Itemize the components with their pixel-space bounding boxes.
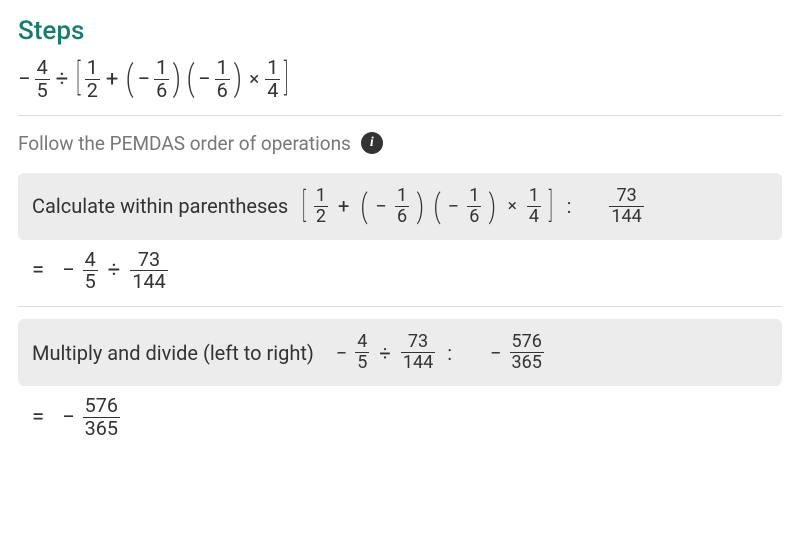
step-parentheses[interactable]: Calculate within parentheses [ 1 2 + ( −…	[18, 173, 782, 240]
step1-result-fraction: 73 144	[609, 187, 643, 226]
numerator: 4	[355, 333, 369, 352]
right-bracket: ]	[549, 192, 553, 221]
fraction-1-6b: 1 6	[467, 187, 481, 226]
minus-sign: −	[376, 194, 389, 218]
step2-label: Multiply and divide (left to right)	[32, 341, 314, 365]
denominator: 4	[527, 206, 541, 226]
numerator: 576	[510, 333, 544, 352]
denominator: 144	[401, 352, 435, 372]
numerator: 1	[265, 58, 280, 79]
denominator: 6	[467, 206, 481, 226]
divide-op: ÷	[52, 67, 73, 92]
step1-label: Calculate within parentheses	[32, 194, 288, 218]
denominator: 2	[85, 79, 100, 101]
numerator: 4	[35, 58, 50, 79]
colon: :	[561, 194, 580, 218]
minus-sign: −	[62, 258, 77, 283]
right-paren: )	[233, 64, 241, 94]
fraction-1-4: 1 4	[265, 58, 280, 101]
numerator: 1	[215, 58, 230, 79]
fraction-1-6b: 1 6	[215, 58, 230, 101]
numerator: 1	[527, 187, 541, 206]
fraction-1-2: 1 2	[314, 187, 328, 226]
denominator: 5	[83, 270, 98, 292]
step-multiply-divide[interactable]: Multiply and divide (left to right) − 4 …	[18, 319, 782, 386]
left-paren: (	[186, 64, 194, 94]
numerator: 73	[406, 333, 430, 352]
original-expression: − 4 5 ÷ [ 1 2 + ( − 1 6 ) ( − 1 6 ) × 1 …	[18, 58, 782, 101]
pemdas-text: Follow the PEMDAS order of operations	[18, 132, 351, 155]
numerator: 1	[395, 187, 409, 206]
times-op: ×	[504, 196, 521, 216]
minus-sign: −	[490, 341, 503, 365]
denominator: 5	[35, 79, 50, 101]
right-paren: )	[417, 193, 424, 220]
pemdas-note: Follow the PEMDAS order of operations i	[18, 132, 782, 155]
numerator: 576	[83, 396, 120, 417]
fraction-1-2: 1 2	[85, 58, 100, 101]
numerator: 4	[83, 250, 98, 271]
numerator: 1	[154, 58, 169, 79]
left-paren: (	[433, 193, 440, 220]
info-icon[interactable]: i	[361, 132, 383, 154]
denominator: 365	[510, 352, 544, 372]
numerator: 1	[314, 187, 328, 206]
minus-sign: −	[138, 67, 153, 92]
colon: :	[441, 341, 460, 365]
denominator: 6	[154, 79, 169, 101]
left-bracket: [	[76, 63, 81, 95]
step2-result-fraction: 576 365	[510, 333, 544, 372]
final-fraction: 576 365	[83, 396, 120, 439]
denominator: 144	[609, 206, 643, 226]
minus-sign: −	[336, 341, 349, 365]
divide-op: ÷	[375, 341, 394, 365]
fraction-4-5: 4 5	[355, 333, 369, 372]
numerator: 1	[85, 58, 100, 79]
plus-op: +	[334, 194, 353, 218]
fraction-1-6a: 1 6	[154, 58, 169, 101]
numerator: 73	[614, 187, 638, 206]
fraction-73-144: 73 144	[401, 333, 435, 372]
left-bracket: [	[302, 192, 306, 221]
right-bracket: ]	[284, 63, 289, 95]
denominator: 6	[215, 79, 230, 101]
steps-heading: Steps	[18, 16, 782, 46]
minus-sign: −	[62, 405, 77, 430]
fraction-4-5: 4 5	[83, 250, 98, 293]
equals: =	[32, 405, 44, 430]
right-paren: )	[173, 64, 181, 94]
plus-op: +	[102, 67, 122, 92]
numerator: 1	[467, 187, 481, 206]
step1-result-row: = − 4 5 ÷ 73 144	[32, 250, 782, 293]
equals: =	[32, 258, 44, 283]
right-paren: )	[489, 193, 496, 220]
divider	[18, 306, 782, 307]
left-paren: (	[126, 64, 134, 94]
divider	[18, 115, 782, 116]
fraction-73-144: 73 144	[130, 250, 167, 293]
denominator: 2	[314, 206, 328, 226]
minus-sign: −	[448, 194, 461, 218]
minus-sign: −	[18, 67, 33, 92]
times-op: ×	[245, 68, 263, 90]
final-result-row: = − 576 365	[32, 396, 782, 439]
fraction-1-4: 1 4	[527, 187, 541, 226]
denominator: 4	[265, 79, 280, 101]
fraction-1-6a: 1 6	[395, 187, 409, 226]
denominator: 6	[395, 206, 409, 226]
denominator: 144	[130, 270, 167, 292]
denominator: 5	[355, 352, 369, 372]
minus-sign: −	[198, 67, 213, 92]
left-paren: (	[361, 193, 368, 220]
divide-op: ÷	[104, 258, 125, 283]
denominator: 365	[83, 417, 120, 439]
fraction-4-5: 4 5	[35, 58, 50, 101]
numerator: 73	[136, 250, 162, 271]
